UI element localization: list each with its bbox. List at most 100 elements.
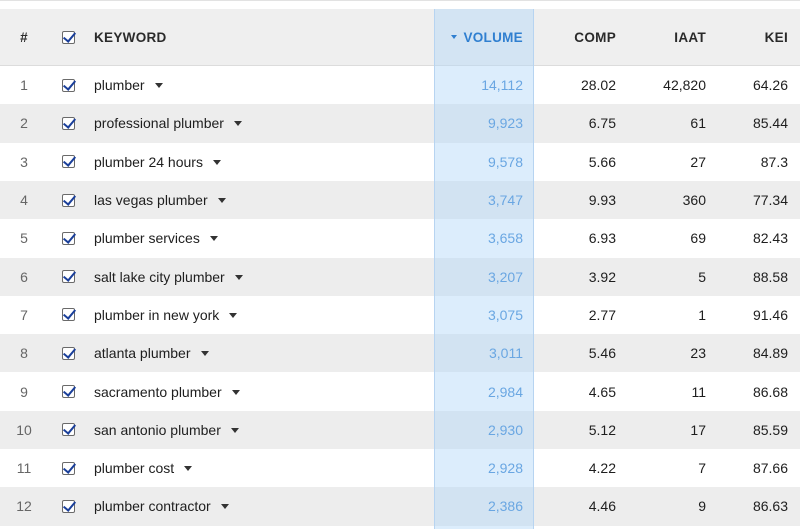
caret-down-icon[interactable] [200,351,209,357]
comp-cell: 4.46 [588,498,616,515]
iaat-cell: 61 [690,115,706,132]
keyword-cell[interactable]: professional plumber [94,104,424,142]
kei-cell: 82.43 [752,230,788,247]
column-header-keyword[interactable]: KEYWORD [94,9,424,65]
checkbox-checked-icon [61,30,75,44]
table-row: 11 plumber cost 2,928 4.22 7 87.66 [0,449,800,488]
kei-cell: 87.66 [752,460,788,477]
row-checkbox[interactable] [58,143,78,181]
caret-down-icon[interactable] [209,236,218,242]
volume-cell: 2,928 [487,460,523,477]
keyword-cell[interactable]: sacramento plumber [94,372,424,410]
column-header-iaat[interactable]: IAAT [616,9,706,65]
iaat-cell: 1 [698,306,706,323]
row-number: 8 [20,345,28,362]
keyword-text: plumber cost [94,460,175,477]
kei-cell: 77.34 [752,192,788,209]
volume-cell: 3,011 [489,345,523,362]
caret-down-icon[interactable] [154,83,163,89]
keyword-text: plumber 24 hours [94,153,203,170]
caret-down-icon[interactable] [212,159,221,165]
table-row: 10 san antonio plumber 2,930 5.12 17 85.… [0,410,800,449]
keyword-cell[interactable]: plumber cost [94,449,424,487]
column-header-kei[interactable]: KEI [706,9,788,65]
row-checkbox[interactable] [58,372,78,410]
checkbox-checked-icon [61,193,75,207]
row-checkbox[interactable] [58,449,78,487]
keyword-text: plumber contractor [94,498,211,515]
keyword-cell[interactable]: plumber 24 hours [94,143,424,181]
kei-cell: 85.59 [752,421,788,438]
caret-down-icon[interactable] [229,312,238,318]
keyword-cell[interactable]: plumber [94,66,424,104]
column-header-comp[interactable]: COMP [540,9,616,65]
iaat-cell: 5 [698,268,706,285]
row-checkbox[interactable] [58,66,78,104]
caret-down-icon[interactable] [234,274,243,280]
row-checkbox[interactable] [58,334,78,372]
caret-down-icon[interactable] [233,121,242,127]
caret-down-icon[interactable] [230,427,239,433]
keyword-cell[interactable]: las vegas plumber [94,181,424,219]
row-number: 4 [20,192,28,209]
keyword-table: # KEYWORD VOLUME COMP IAAT KEI 1 plumber… [0,0,800,529]
comp-cell: 5.66 [588,153,616,170]
caret-down-icon[interactable] [184,466,193,472]
volume-cell: 3,075 [487,306,523,323]
keyword-cell[interactable]: salt lake city plumber [94,258,424,296]
select-all-checkbox[interactable] [58,9,78,65]
checkbox-checked-icon [61,78,75,92]
keyword-cell[interactable]: plumber in new york [94,296,424,334]
keyword-text: las vegas plumber [94,192,208,209]
comp-cell: 5.12 [588,421,616,438]
keyword-text: professional plumber [94,115,224,132]
volume-cell: 2,984 [487,383,523,400]
row-checkbox[interactable] [58,411,78,449]
table-row: 3 plumber 24 hours 9,578 5.66 27 87.3 [0,142,800,181]
row-number: 5 [20,230,28,247]
caret-down-icon[interactable] [231,389,240,395]
row-checkbox[interactable] [58,487,78,525]
sort-descending-icon [451,35,458,39]
keyword-cell[interactable]: plumber services [94,219,424,257]
comp-cell: 2.77 [588,306,616,323]
keyword-text: atlanta plumber [94,345,191,362]
table-row: 4 las vegas plumber 3,747 9.93 360 77.34 [0,180,800,220]
checkbox-checked-icon [61,116,75,130]
caret-down-icon[interactable] [220,504,229,510]
checkbox-checked-icon [61,385,75,399]
row-number: 7 [20,306,28,323]
keyword-cell[interactable]: atlanta plumber [94,334,424,372]
row-checkbox[interactable] [58,181,78,219]
table-row: 7 plumber in new york 3,075 2.77 1 91.46 [0,295,800,335]
checkbox-checked-icon [61,308,75,322]
keyword-cell[interactable]: san antonio plumber [94,411,424,449]
row-number: 2 [20,115,28,132]
kei-cell: 84.89 [752,345,788,362]
row-checkbox[interactable] [58,296,78,334]
column-header-volume[interactable]: VOLUME [434,9,534,65]
table-row: 2 professional plumber 9,923 6.75 61 85.… [0,104,800,143]
caret-down-icon[interactable] [217,198,226,204]
row-checkbox[interactable] [58,104,78,142]
kei-cell: 91.46 [752,306,788,323]
table-row: 9 sacramento plumber 2,984 4.65 11 86.68 [0,372,800,411]
checkbox-checked-icon [61,461,75,475]
keyword-text: plumber [94,77,145,94]
table-header-row: # KEYWORD VOLUME COMP IAAT KEI [0,9,800,66]
volume-cell: 9,923 [487,115,523,132]
row-checkbox[interactable] [58,219,78,257]
keyword-cell[interactable]: plumber contractor [94,487,424,525]
comp-cell: 6.75 [588,115,616,132]
kei-cell: 86.63 [752,498,788,515]
row-number: 3 [20,153,28,170]
column-header-volume-label: VOLUME [463,29,523,45]
column-header-number: # [20,29,28,45]
volume-cell: 2,930 [487,421,523,438]
row-number: 1 [20,77,28,94]
iaat-cell: 42,820 [663,77,706,94]
volume-cell: 9,578 [487,153,523,170]
kei-cell: 88.58 [752,268,788,285]
kei-cell: 86.68 [752,383,788,400]
row-checkbox[interactable] [58,258,78,296]
